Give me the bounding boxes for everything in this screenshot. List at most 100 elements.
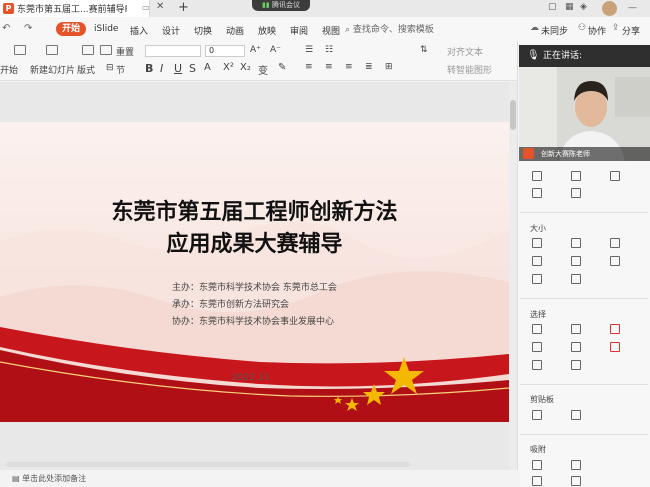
undertaker-text[interactable]: 承办：东莞市创新方法研究会 xyxy=(172,297,289,310)
tab-animation[interactable]: 动画 xyxy=(226,24,244,37)
tab-insert[interactable]: 插入 xyxy=(130,24,148,37)
search-input[interactable]: 查找命令、搜索模板 xyxy=(353,25,434,35)
subscript-icon[interactable]: X₂ xyxy=(240,62,251,73)
window-mode-icon[interactable]: ▢ xyxy=(548,2,557,12)
meeting-video-window[interactable]: 🎙 正在讲话: 创新大赛陈老师 xyxy=(519,45,650,161)
select-cursor-icon[interactable] xyxy=(610,342,620,352)
select-below-icon[interactable] xyxy=(532,360,542,370)
star-icon xyxy=(363,384,385,405)
snap-grid-icon[interactable] xyxy=(532,460,542,470)
new-slide-icon[interactable] xyxy=(14,45,26,55)
copy-icon[interactable] xyxy=(532,410,542,420)
sync-status[interactable]: 未同步 xyxy=(541,24,568,37)
skin-icon[interactable]: ◈ xyxy=(580,2,587,12)
width-center-icon[interactable] xyxy=(610,256,620,266)
horizontal-scrollbar[interactable] xyxy=(6,462,410,467)
align-text-button[interactable]: 对齐文本 xyxy=(447,45,483,58)
slide-title-line1[interactable]: 东莞市第五届工程师创新方法 xyxy=(0,194,509,226)
slide-title-line2[interactable]: 应用成果大赛辅导 xyxy=(0,226,509,258)
text-direction-icon[interactable]: ⇅ xyxy=(420,45,428,55)
select-inside-icon[interactable] xyxy=(571,360,581,370)
organizer-text[interactable]: 主办：东莞市科学技术协会 东莞市总工会 xyxy=(172,280,337,293)
bold-icon[interactable]: B xyxy=(145,62,153,75)
numbering-icon[interactable]: ☷ xyxy=(325,45,333,55)
new-tab-icon[interactable]: + xyxy=(178,0,189,15)
share-button[interactable]: 分享 xyxy=(622,24,640,37)
tab-close-icon[interactable]: ✕ xyxy=(156,1,164,12)
slide[interactable]: 东莞市第五届工程师创新方法 应用成果大赛辅导 主办：东莞市科学技术协会 东莞市总… xyxy=(0,122,509,422)
same-height-icon[interactable] xyxy=(571,238,581,248)
meeting-indicator[interactable]: ▮▮ 腾讯会议 xyxy=(252,0,310,11)
underline-icon[interactable]: U xyxy=(174,62,182,75)
align-right-icon[interactable]: ≡ xyxy=(345,62,353,72)
cloud-sync-icon: ☁ xyxy=(530,23,539,33)
clear-format-icon[interactable]: ✎ xyxy=(278,62,286,73)
width-left-icon[interactable] xyxy=(532,256,542,266)
select-middle-icon[interactable] xyxy=(571,342,581,352)
snap-object-icon[interactable] xyxy=(571,460,581,470)
font-family-select[interactable] xyxy=(145,45,201,57)
increase-font-icon[interactable]: A⁺ xyxy=(250,45,261,55)
tab-transition[interactable]: 切换 xyxy=(194,24,212,37)
font-size-select[interactable]: 0 xyxy=(205,45,245,57)
new-slide-button-icon[interactable] xyxy=(46,45,58,55)
superscript-icon[interactable]: X² xyxy=(223,62,234,73)
tab-monitor-icon[interactable]: ▭ xyxy=(142,3,150,12)
tab-islide[interactable]: iSlide xyxy=(94,24,118,34)
convert-smartart-button[interactable]: 转智能图形 xyxy=(447,63,492,76)
italic-icon[interactable]: I xyxy=(160,62,163,75)
height-top-icon[interactable] xyxy=(532,274,542,284)
reset-icon[interactable] xyxy=(100,45,112,55)
char-spacing-icon[interactable]: 变 xyxy=(258,62,268,77)
distribute-h-icon[interactable] xyxy=(532,188,542,198)
tab-slideshow[interactable]: 放映 xyxy=(258,24,276,37)
align-center-icon[interactable]: ≡ xyxy=(325,62,333,72)
tab-view[interactable]: 视图 xyxy=(322,24,340,37)
document-tab[interactable]: P 东莞市第五届工...赛前辅导PPT xyxy=(0,0,150,17)
scrollbar-thumb[interactable] xyxy=(510,100,516,130)
layout-icon[interactable] xyxy=(82,45,94,55)
notes-bar[interactable]: ▤ 单击此处添加备注 xyxy=(0,470,520,487)
same-size-icon[interactable] xyxy=(610,238,620,248)
paste-icon[interactable] xyxy=(571,410,581,420)
slide-date[interactable]: 2022.11 xyxy=(232,373,269,383)
start-dropdown[interactable]: 开始 xyxy=(0,63,18,76)
tab-design[interactable]: 设计 xyxy=(162,24,180,37)
align-bottom-icon[interactable] xyxy=(610,171,620,181)
tab-start[interactable]: 开始 xyxy=(56,22,86,36)
distribute-icon[interactable]: ⊞ xyxy=(385,62,393,72)
same-width-icon[interactable] xyxy=(532,238,542,248)
reset-button[interactable]: 重置 xyxy=(116,45,134,58)
snap-guide-icon[interactable] xyxy=(532,476,542,486)
height-bottom-icon[interactable] xyxy=(571,274,581,284)
decrease-font-icon[interactable]: A⁻ xyxy=(270,45,281,55)
grid-view-icon[interactable]: ▦ xyxy=(565,2,574,12)
layout-dropdown[interactable]: 版式 xyxy=(77,63,95,76)
minimize-icon[interactable]: — xyxy=(628,3,637,13)
avatar[interactable] xyxy=(602,1,617,16)
collaborate-button[interactable]: 协作 xyxy=(588,24,606,37)
tab-review[interactable]: 审阅 xyxy=(290,24,308,37)
select-same-icon[interactable] xyxy=(571,324,581,334)
snap-edge-icon[interactable] xyxy=(571,476,581,486)
notes-placeholder[interactable]: 单击此处添加备注 xyxy=(22,474,86,483)
undo-icon[interactable]: ↶ xyxy=(2,23,10,34)
distribute-v-icon[interactable] xyxy=(571,188,581,198)
strikethrough-icon[interactable]: S xyxy=(189,62,196,75)
redo-icon[interactable]: ↷ xyxy=(24,23,32,34)
shadow-icon[interactable]: A xyxy=(204,62,211,73)
width-right-icon[interactable] xyxy=(571,256,581,266)
bullets-icon[interactable]: ☰ xyxy=(305,45,313,55)
vertical-scrollbar[interactable] xyxy=(509,82,517,470)
select-above-icon[interactable] xyxy=(532,342,542,352)
co-organizer-text[interactable]: 协办：东莞市科学技术协会事业发展中心 xyxy=(172,314,334,327)
command-search[interactable]: ⌕ 查找命令、搜索模板 xyxy=(345,22,434,35)
justify-icon[interactable]: ≣ xyxy=(365,62,373,72)
align-left-icon[interactable]: ≡ xyxy=(305,62,313,72)
align-top-icon[interactable] xyxy=(532,171,542,181)
select-pane-icon[interactable] xyxy=(610,324,620,334)
align-middle-icon[interactable] xyxy=(571,171,581,181)
section-dropdown[interactable]: 节 xyxy=(116,63,125,76)
new-slide-button[interactable]: 新建幻灯片 xyxy=(30,63,75,76)
select-all-icon[interactable] xyxy=(532,324,542,334)
